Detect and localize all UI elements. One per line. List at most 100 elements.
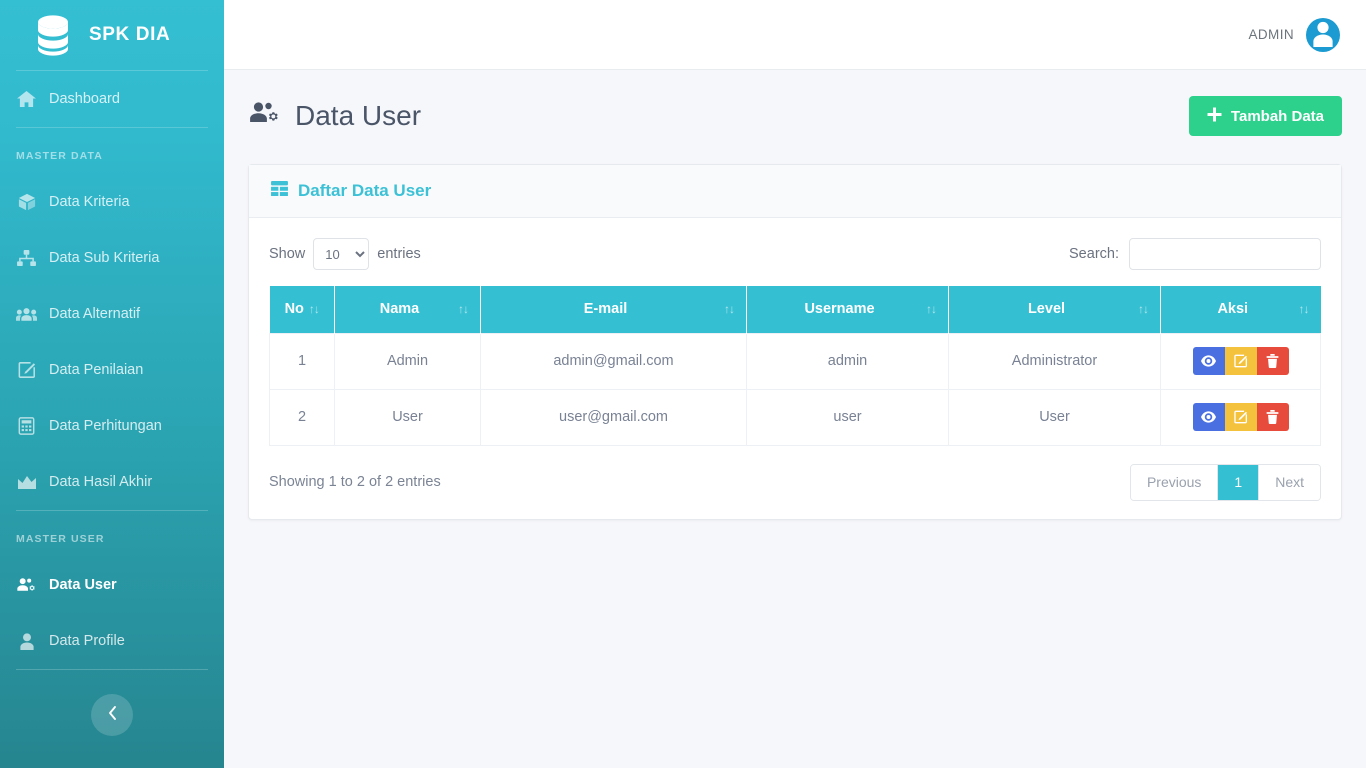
plus-icon: [1207, 107, 1222, 126]
sidebar-item-dashboard[interactable]: Dashboard: [0, 71, 224, 127]
cell-level: User: [948, 388, 1161, 446]
pagination-page-1[interactable]: 1: [1218, 464, 1260, 500]
sidebar-section-master-user: MASTER USER: [16, 533, 105, 545]
sidebar-item-data-user[interactable]: Data User: [0, 557, 224, 613]
datatable-footer: Showing 1 to 2 of 2 entries Previous 1 N…: [269, 463, 1321, 501]
sidebar-item-data-profile[interactable]: Data Profile: [0, 613, 224, 669]
sort-icon: ↑↓: [926, 302, 937, 317]
data-user-card: Daftar Data User Show 102550100 entries …: [248, 164, 1342, 520]
sidebar-item-data-penilaian[interactable]: Data Penilaian: [0, 342, 224, 398]
length-select[interactable]: 102550100: [313, 238, 370, 270]
column-header-level[interactable]: Level ↑↓: [948, 286, 1161, 333]
column-label: Nama: [379, 301, 420, 318]
table-row: 2 User user@gmail.com user User: [269, 388, 1321, 446]
view-button[interactable]: [1192, 403, 1225, 431]
column-header-email[interactable]: E-mail ↑↓: [480, 286, 747, 333]
sitemap-icon: [16, 248, 37, 268]
trash-icon: [1266, 354, 1279, 368]
pagination-previous[interactable]: Previous: [1130, 464, 1219, 500]
column-header-no[interactable]: No ↑↓: [269, 286, 335, 333]
cell-level: Administrator: [948, 332, 1161, 390]
sidebar: SPK DIA Dashboard MASTER DATA Data Krite…: [0, 0, 224, 768]
column-header-username[interactable]: Username ↑↓: [746, 286, 949, 333]
action-buttons: [1192, 403, 1289, 431]
users-cog-icon: [16, 575, 37, 595]
cell-aksi: [1160, 332, 1321, 390]
column-label: Aksi: [1217, 301, 1249, 318]
cell-email: admin@gmail.com: [480, 332, 747, 390]
table-body: 1 Admin admin@gmail.com admin Administrator 2…: [269, 332, 1321, 446]
database-icon: [34, 14, 72, 56]
box-icon: [16, 192, 37, 212]
page-title-text: Data User: [295, 100, 422, 131]
table-header: No ↑↓ Nama ↑↓ E-mail ↑↓ Username ↑↓ Level ↑↓: [269, 286, 1321, 333]
home-icon: [16, 89, 37, 109]
sidebar-item-data-kriteria[interactable]: Data Kriteria: [0, 174, 224, 230]
edit-button[interactable]: [1224, 347, 1257, 375]
trash-icon: [1266, 410, 1279, 424]
cell-username: admin: [746, 332, 949, 390]
sidebar-item-data-alternatif[interactable]: Data Alternatif: [0, 286, 224, 342]
length-control: Show 102550100 entries: [269, 238, 421, 270]
add-data-label: Tambah Data: [1230, 107, 1324, 125]
column-header-nama[interactable]: Nama ↑↓: [334, 286, 481, 333]
entries-label: entries: [377, 246, 421, 262]
delete-button[interactable]: [1256, 403, 1289, 431]
chart-area-icon: [16, 472, 37, 492]
users-icon: [16, 304, 37, 324]
sidebar-item-label: Data Profile: [49, 633, 125, 649]
pagination-next[interactable]: Next: [1259, 464, 1320, 500]
sidebar-item-data-sub-kriteria[interactable]: Data Sub Kriteria: [0, 230, 224, 286]
column-label: Username: [804, 301, 875, 318]
datatable-controls: Show 102550100 entries Search:: [269, 238, 1321, 270]
page-header: Data User Tambah Data: [248, 96, 1342, 136]
table-header-row: No ↑↓ Nama ↑↓ E-mail ↑↓ Username ↑↓ Level ↑↓: [269, 286, 1321, 333]
table-info: Showing 1 to 2 of 2 entries: [269, 474, 441, 490]
pencil-square-icon: [1233, 410, 1248, 424]
sort-icon: ↑↓: [1298, 302, 1310, 317]
column-header-aksi[interactable]: Aksi ↑↓: [1160, 286, 1321, 333]
user-icon: [16, 631, 37, 651]
sort-icon: ↑↓: [458, 302, 469, 317]
users-cog-icon: [248, 100, 281, 132]
card-header: Daftar Data User: [249, 165, 1341, 218]
add-data-button[interactable]: Tambah Data: [1188, 96, 1342, 136]
sort-icon: ↑↓: [308, 302, 320, 317]
edit-button[interactable]: [1224, 403, 1257, 431]
cell-nama: Admin: [334, 332, 481, 390]
sidebar-item-data-hasil-akhir[interactable]: Data Hasil Akhir: [0, 454, 224, 510]
sidebar-section-master-data: MASTER DATA: [16, 150, 103, 162]
sidebar-item-label: Data Sub Kriteria: [49, 250, 160, 266]
topbar: ADMIN: [224, 0, 1366, 70]
sidebar-item-label: Dashboard: [49, 91, 120, 107]
column-label: E-mail: [583, 301, 628, 318]
sidebar-item-data-perhitungan[interactable]: Data Perhitungan: [0, 398, 224, 454]
calculator-icon: [16, 416, 37, 436]
action-buttons: [1192, 347, 1289, 375]
avatar[interactable]: [1306, 17, 1340, 52]
sidebar-item-label: Data Hasil Akhir: [49, 474, 153, 490]
card-header-title: Daftar Data User: [298, 181, 432, 200]
cell-nama: User: [334, 388, 481, 446]
brand-logo-area[interactable]: SPK DIA: [0, 0, 224, 70]
delete-button[interactable]: [1256, 347, 1289, 375]
sidebar-item-label: Data Kriteria: [49, 194, 130, 210]
column-label: No: [284, 301, 304, 318]
show-label: Show: [269, 246, 306, 262]
column-label: Level: [1027, 301, 1066, 318]
search-input[interactable]: [1129, 238, 1321, 270]
data-user-table: No ↑↓ Nama ↑↓ E-mail ↑↓ Username ↑↓ Level ↑↓: [269, 286, 1321, 446]
search-control: Search:: [1069, 238, 1321, 270]
sidebar-item-label: Data Perhitungan: [49, 418, 162, 434]
view-button[interactable]: [1192, 347, 1225, 375]
sort-icon: ↑↓: [1138, 302, 1149, 317]
main-content: Data User Tambah Data Daftar Data User S…: [224, 70, 1366, 768]
sort-icon: ↑↓: [724, 302, 735, 317]
table-icon: [271, 181, 288, 201]
eye-icon: [1201, 411, 1216, 423]
sidebar-collapse-button[interactable]: [91, 694, 133, 736]
user-menu[interactable]: ADMIN: [1249, 17, 1340, 52]
cell-username: user: [746, 388, 949, 446]
search-label: Search:: [1069, 246, 1119, 262]
sidebar-collapse-area: [0, 670, 224, 736]
